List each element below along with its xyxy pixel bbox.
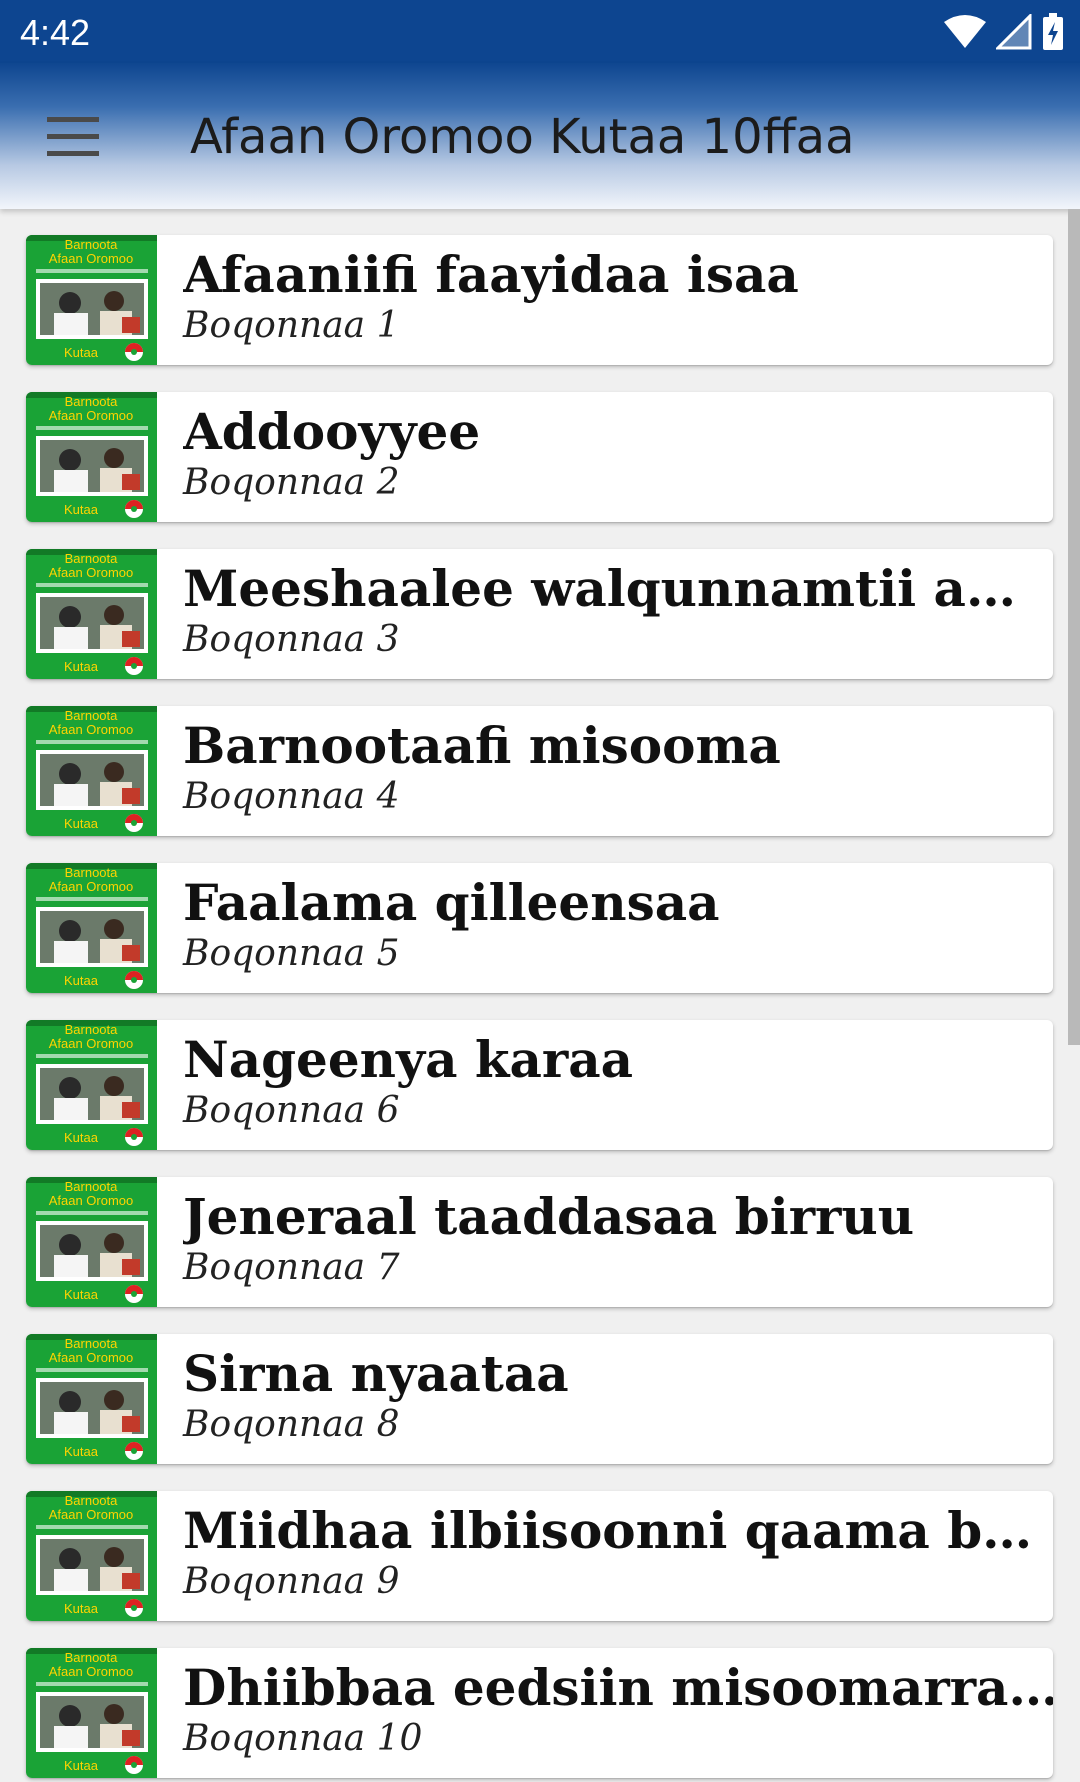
thumb-line1: Barnoota	[65, 1179, 119, 1194]
chapter-title: Sirna nyaataa	[183, 1344, 569, 1403]
chapter-subtitle: Boqonnaa 7	[183, 1247, 400, 1288]
chapter-list[interactable]: Barnoota Afaan Oromoo Kutaa Afaaniifi fa…	[0, 209, 1080, 1782]
thumb-line2: Afaan Oromoo	[49, 1193, 134, 1208]
book-cover-thumbnail: Barnoota Afaan Oromoo Kutaa	[26, 1020, 157, 1150]
chapter-subtitle: Boqonnaa 1	[183, 305, 400, 346]
scrollbar[interactable]	[1068, 209, 1080, 1045]
chapter-title: Faalama qilleensaa	[183, 873, 720, 932]
chapter-card-5[interactable]: Barnoota Afaan Oromoo Kutaa Faalama qill…	[26, 863, 1053, 993]
wifi-icon	[944, 15, 986, 48]
app-bar: Afaan Oromoo Kutaa 10ffaa	[0, 63, 1080, 209]
thumb-line3: Kutaa	[64, 1758, 99, 1773]
thumb-line3: Kutaa	[64, 1287, 99, 1302]
status-bar: 4:42	[0, 0, 1080, 63]
book-cover-thumbnail: Barnoota Afaan Oromoo Kutaa	[26, 1177, 157, 1307]
chapter-subtitle: Boqonnaa 5	[183, 933, 400, 974]
chapter-title: Jeneraal taaddasaa birruu	[183, 1187, 915, 1246]
thumb-line2: Afaan Oromoo	[49, 251, 134, 266]
book-cover-thumbnail: Barnoota Afaan Oromoo Kutaa	[26, 1491, 157, 1621]
battery-charging-icon	[1043, 13, 1063, 50]
thumb-line3: Kutaa	[64, 1444, 99, 1459]
menu-button[interactable]	[38, 107, 108, 167]
thumb-line3: Kutaa	[64, 1130, 99, 1145]
thumb-line2: Afaan Oromoo	[49, 1664, 134, 1679]
thumb-line2: Afaan Oromoo	[49, 1036, 134, 1051]
thumb-line1: Barnoota	[65, 237, 119, 252]
chapter-card-10[interactable]: Barnoota Afaan Oromoo Kutaa Dhiibbaa eed…	[26, 1648, 1053, 1778]
cell-signal-icon	[996, 14, 1032, 50]
thumb-line2: Afaan Oromoo	[49, 879, 134, 894]
hamburger-menu-icon	[47, 117, 99, 156]
chapter-subtitle: Boqonnaa 8	[183, 1404, 400, 1445]
thumb-line3: Kutaa	[64, 1601, 99, 1616]
chapter-subtitle: Boqonnaa 6	[183, 1090, 400, 1131]
thumb-line1: Barnoota	[65, 394, 119, 409]
chapter-title: Nageenya karaa	[183, 1030, 634, 1089]
thumb-line3: Kutaa	[64, 345, 99, 360]
thumb-line2: Afaan Oromoo	[49, 1350, 134, 1365]
thumb-line1: Barnoota	[65, 1493, 119, 1508]
chapter-title: Miidhaa ilbiisoonni qaama beeylada	[183, 1501, 1053, 1560]
thumb-line1: Barnoota	[65, 1022, 119, 1037]
chapter-title: Dhiibbaa eedsiin misoomarratti fida	[183, 1658, 1053, 1717]
chapter-card-2[interactable]: Barnoota Afaan Oromoo Kutaa Addooyyee Bo…	[26, 392, 1053, 522]
thumb-line3: Kutaa	[64, 816, 99, 831]
thumb-line2: Afaan Oromoo	[49, 565, 134, 580]
thumb-line1: Barnoota	[65, 865, 119, 880]
chapter-subtitle: Boqonnaa 2	[183, 462, 400, 503]
chapter-title: Afaaniifi faayidaa isaa	[183, 245, 799, 304]
book-cover-thumbnail: Barnoota Afaan Oromoo Kutaa	[26, 863, 157, 993]
thumb-line2: Afaan Oromoo	[49, 408, 134, 423]
chapter-subtitle: Boqonnaa 3	[183, 619, 400, 660]
chapter-subtitle: Boqonnaa 9	[183, 1561, 400, 1602]
chapter-card-1[interactable]: Barnoota Afaan Oromoo Kutaa Afaaniifi fa…	[26, 235, 1053, 365]
chapter-card-8[interactable]: Barnoota Afaan Oromoo Kutaa Sirna nyaata…	[26, 1334, 1053, 1464]
chapter-card-9[interactable]: Barnoota Afaan Oromoo Kutaa Miidhaa ilbi…	[26, 1491, 1053, 1621]
chapter-title: Addooyyee	[183, 402, 481, 461]
chapter-subtitle: Boqonnaa 10	[183, 1718, 423, 1759]
book-cover-thumbnail: Barnoota Afaan Oromoo Kutaa	[26, 392, 157, 522]
chapter-title: Meeshaalee walqunnamtii ammayyaa	[183, 559, 1053, 618]
chapter-card-6[interactable]: Barnoota Afaan Oromoo Kutaa Nageenya kar…	[26, 1020, 1053, 1150]
thumb-line3: Kutaa	[64, 659, 99, 674]
thumb-line3: Kutaa	[64, 502, 99, 517]
thumb-line1: Barnoota	[65, 1650, 119, 1665]
app-title: Afaan Oromoo Kutaa 10ffaa	[190, 109, 855, 165]
thumb-line2: Afaan Oromoo	[49, 722, 134, 737]
thumb-line1: Barnoota	[65, 708, 119, 723]
thumb-line3: Kutaa	[64, 973, 99, 988]
thumb-line1: Barnoota	[65, 1336, 119, 1351]
chapter-card-3[interactable]: Barnoota Afaan Oromoo Kutaa Meeshaalee w…	[26, 549, 1053, 679]
book-cover-thumbnail: Barnoota Afaan Oromoo Kutaa	[26, 235, 157, 365]
book-cover-thumbnail: Barnoota Afaan Oromoo Kutaa	[26, 706, 157, 836]
chapter-subtitle: Boqonnaa 4	[183, 776, 400, 817]
thumb-line2: Afaan Oromoo	[49, 1507, 134, 1522]
chapter-card-4[interactable]: Barnoota Afaan Oromoo Kutaa Barnootaafi …	[26, 706, 1053, 836]
chapter-title: Barnootaafi misooma	[183, 716, 781, 775]
thumb-line1: Barnoota	[65, 551, 119, 566]
status-icons	[944, 12, 1064, 52]
status-time: 4:42	[20, 12, 91, 53]
chapter-card-7[interactable]: Barnoota Afaan Oromoo Kutaa Jeneraal taa…	[26, 1177, 1053, 1307]
book-cover-thumbnail: Barnoota Afaan Oromoo Kutaa	[26, 549, 157, 679]
book-cover-thumbnail: Barnoota Afaan Oromoo Kutaa	[26, 1648, 157, 1778]
book-cover-thumbnail: Barnoota Afaan Oromoo Kutaa	[26, 1334, 157, 1464]
